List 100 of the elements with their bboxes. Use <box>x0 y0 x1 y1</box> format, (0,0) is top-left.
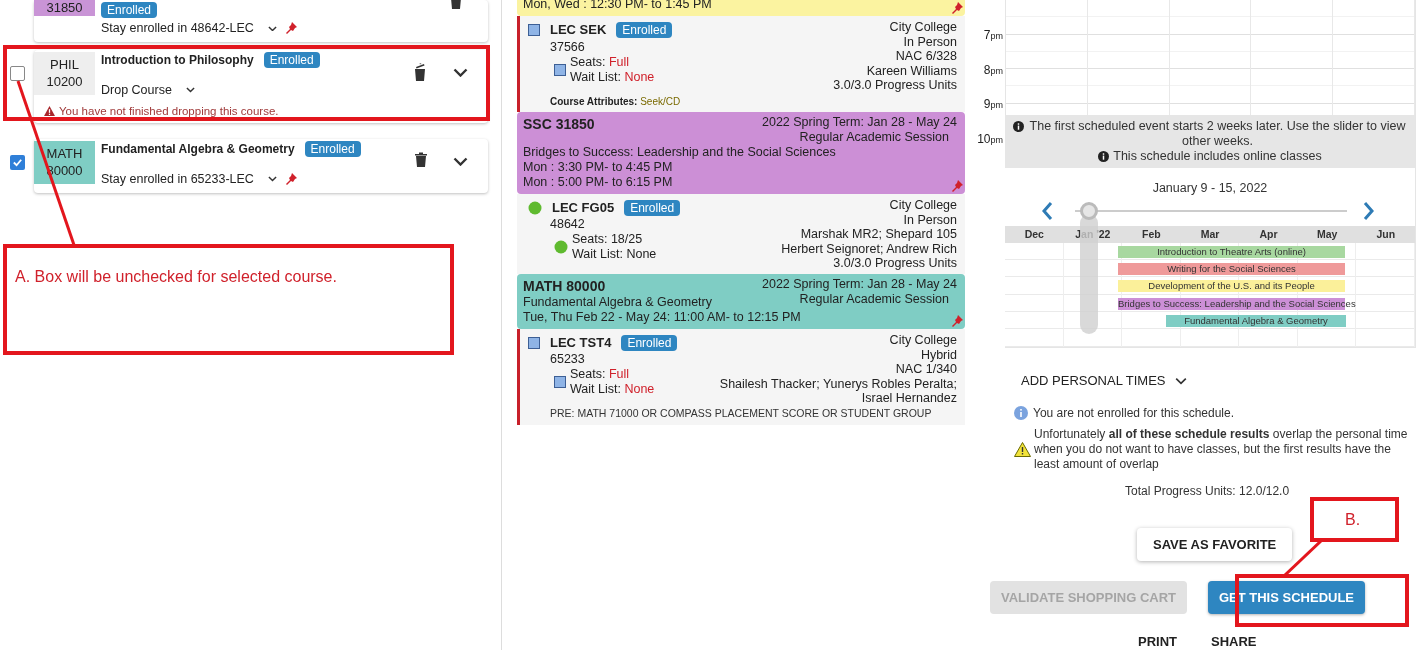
checkbox[interactable] <box>9 65 25 81</box>
enrollment-dropdown[interactable]: Stay enrolled in 65233-LEC <box>101 169 277 189</box>
overlap-warning: Unfortunately all of these schedule results overlap the personal time when you do not want to have classes, but the first results have the least amount of overlap <box>1034 427 1409 473</box>
chevron-right-icon <box>1363 200 1375 221</box>
chevron-left-icon <box>1041 200 1053 221</box>
enrollment-dropdown[interactable]: Stay enrolled in 48642-LEC <box>101 19 277 38</box>
section-detail: Israel Hernandez <box>861 391 957 406</box>
pushpin-icon <box>284 22 297 35</box>
status-badge: Enrolled <box>621 334 678 351</box>
class-number: 48642 <box>549 217 585 233</box>
section-name: LEC TST4 <box>550 333 612 352</box>
pushpin-icon <box>951 179 963 192</box>
term-dates: 2022 Spring Term: Jan 28 - May 24 <box>762 276 957 292</box>
notice-text: This schedule includes online classes <box>1113 149 1322 164</box>
course-code: 31850 <box>34 0 95 16</box>
callout-note: B. <box>1310 497 1399 542</box>
section-detail: City College <box>889 20 957 35</box>
check-icon <box>11 156 23 168</box>
circle-status-icon <box>554 240 568 255</box>
course-attributes: Course Attributes: Seek/CD <box>549 94 681 109</box>
wait-list: Wait List: None <box>572 247 657 263</box>
trash-icon <box>413 62 427 81</box>
warning-icon <box>44 106 55 117</box>
seats-availability: Seats: Full <box>570 54 630 70</box>
course-description: Fundamental Algebra & Geometry <box>523 294 712 309</box>
hour-label: 8pm <box>983 61 1003 79</box>
session-name: Regular Academic Session <box>799 291 950 307</box>
enrollment-dropdown[interactable]: Drop Course <box>101 80 195 100</box>
meeting-time: Mon : 5:00 PM- to 6:15 PM <box>523 174 673 189</box>
hour-label: 10pm <box>977 131 1003 149</box>
pushpin-icon <box>951 314 963 327</box>
callout-note: A. Box will be unchecked for selected course. <box>3 244 454 355</box>
section-detail: In Person <box>903 212 957 228</box>
hour-label: 7pm <box>983 27 1003 44</box>
section-detail: Shailesh Thacker; Yunerys Robles Peralta; <box>719 376 957 392</box>
section-detail: NAC 6/328 <box>895 49 957 64</box>
chevron-down-icon <box>1175 376 1188 385</box>
month-label: Mar <box>1200 226 1220 242</box>
section-detail: NAC 1/340 <box>895 362 957 377</box>
caret-icon <box>185 87 195 93</box>
bar-label: Fundamental Algebra & Geometry <box>1184 314 1328 327</box>
delete-button[interactable] <box>415 151 427 167</box>
square-status-icon <box>528 336 540 349</box>
seats-availability: Seats: 18/25 <box>572 232 643 248</box>
add-personal-times-toggle[interactable]: ADD PERSONAL TIMES <box>1021 370 1188 391</box>
leader-line <box>1283 540 1323 576</box>
class-number: 65233 <box>549 352 585 368</box>
next-week-button[interactable] <box>1363 200 1375 221</box>
total-units: Total Progress Units: 12.0/12.0 <box>1125 483 1290 501</box>
caret-icon <box>267 25 277 32</box>
section-detail: City College <box>889 197 957 213</box>
expand-button[interactable] <box>453 156 468 166</box>
course-code: PHIL 10200 <box>34 51 95 95</box>
slider-thumb[interactable] <box>1079 201 1098 220</box>
status-badge: Enrolled <box>616 21 673 38</box>
text-link[interactable]: SHARE <box>1211 634 1257 650</box>
hour-label: 9pm <box>983 96 1003 114</box>
section-detail: Marshak MR2; Shepard 105 <box>800 227 957 242</box>
seats-availability: Seats: Full <box>570 367 630 383</box>
wait-list: Wait List: None <box>570 382 655 398</box>
notice-text: The first scheduled event starts 2 weeks later. Use the slider to view other weeks. <box>1028 119 1407 149</box>
week-label: January 9 - 15, 2022 <box>1152 180 1268 197</box>
bar-label: Development of the U.S. and its People <box>1148 280 1315 293</box>
bar-label: Introduction to Theatre Arts (online) <box>1157 245 1306 258</box>
trash-icon <box>415 151 427 167</box>
delete-button[interactable] <box>413 62 427 81</box>
chevron-down-icon <box>453 67 468 77</box>
month-label: Apr <box>1259 226 1278 242</box>
section-detail: Kareen Williams <box>866 63 957 79</box>
info-icon <box>1014 406 1028 421</box>
save-favorite-button[interactable]: SAVE AS FAVORITE <box>1137 528 1293 562</box>
info-icon <box>1098 151 1110 162</box>
pushpin-icon <box>951 2 963 14</box>
section-name: LEC SEK <box>550 21 607 39</box>
prerequisite-note: PRE: MATH 71000 OR COMPASS PLACEMENT SCORE OR STUDENT GROUP <box>549 405 932 421</box>
term-dates: 2022 Spring Term: Jan 28 - May 24 <box>762 114 957 130</box>
square-status-icon <box>554 376 566 389</box>
month-label: Feb <box>1142 226 1161 242</box>
section-name: LEC FG05 <box>552 198 615 217</box>
section-detail: 3.0/3.0 Progress Units <box>833 256 957 271</box>
checkbox[interactable] <box>9 154 25 170</box>
session-name: Regular Academic Session <box>799 129 950 145</box>
status-badge: Enrolled <box>624 199 681 216</box>
status-badge: Enrolled <box>304 140 361 157</box>
expand-button[interactable] <box>453 67 468 77</box>
course-title: Fundamental Algebra & Geometry <box>101 140 295 158</box>
section-detail: 3.0/3.0 Progress Units <box>833 78 957 93</box>
section-detail: In Person <box>903 34 957 50</box>
course-description: Bridges to Success: Leadership and the Social Sciences <box>523 144 836 159</box>
bar-label: Writing for the Social Sciences <box>1167 263 1296 276</box>
text-link[interactable]: PRINT <box>1138 634 1177 650</box>
month-label: Jun <box>1376 226 1396 242</box>
previous-week-button[interactable] <box>1041 200 1055 221</box>
chevron-down-icon <box>453 156 468 166</box>
wait-list: Wait List: None <box>570 69 655 85</box>
section-detail: Herbert Seignoret; Andrew Rich <box>781 241 957 257</box>
warning-message: You have not finished dropping this course. <box>59 103 279 119</box>
course-title: Introduction to Philosophy <box>101 51 254 69</box>
circle-status-icon <box>528 200 542 215</box>
status-badge: Enrolled <box>101 2 158 18</box>
